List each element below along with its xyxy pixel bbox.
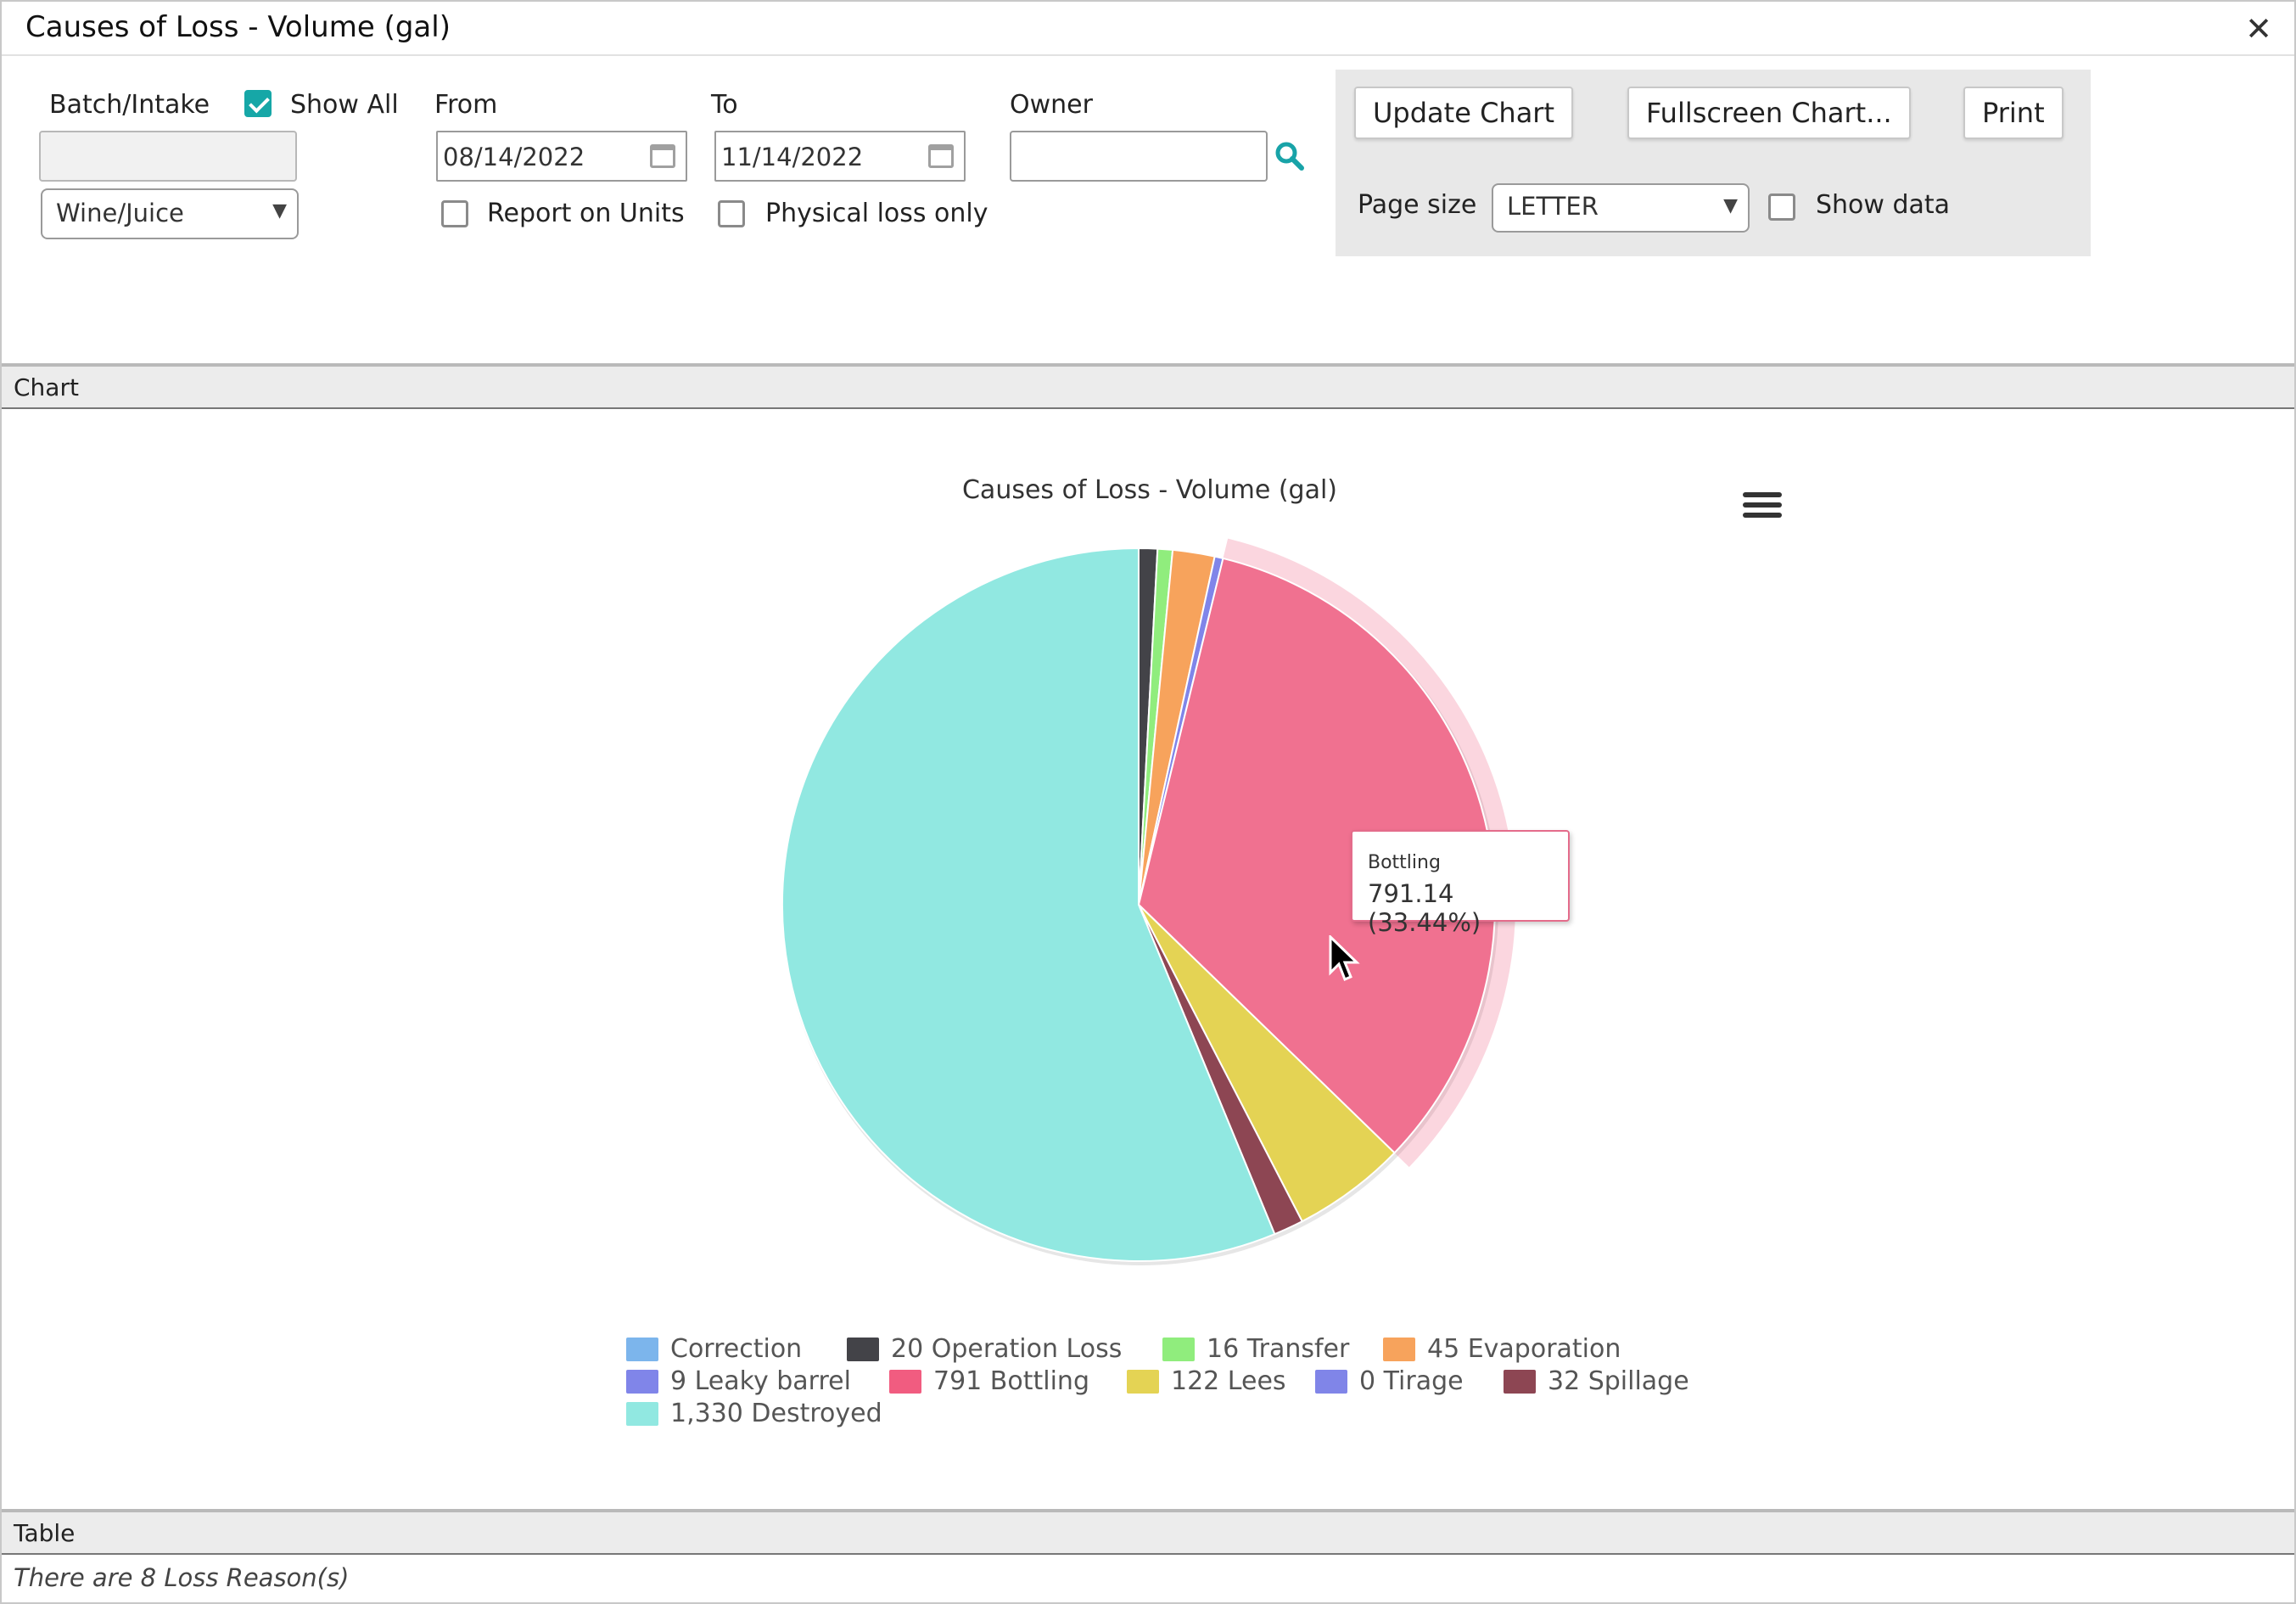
chart-section-header: Chart bbox=[2, 363, 2294, 409]
batch-intake-label: Batch/Intake bbox=[49, 90, 210, 120]
legend-swatch bbox=[889, 1370, 921, 1394]
physical-loss-only-checkbox[interactable] bbox=[718, 200, 745, 227]
legend-label: 45 Evaporation bbox=[1427, 1334, 1621, 1364]
pie-slice-destroyed[interactable] bbox=[781, 547, 1276, 1262]
search-icon[interactable] bbox=[1274, 141, 1305, 171]
to-date-value: 11/14/2022 bbox=[721, 143, 864, 171]
fullscreen-chart-button[interactable]: Fullscreen Chart... bbox=[1627, 87, 1911, 139]
pie-slice-operation-loss[interactable] bbox=[1138, 547, 1159, 906]
legend-label: 16 Transfer bbox=[1207, 1334, 1350, 1364]
legend-label: 0 Tirage bbox=[1359, 1366, 1464, 1396]
mouse-cursor-icon bbox=[1329, 935, 1360, 981]
show-data-checkbox[interactable] bbox=[1768, 193, 1795, 221]
chart-menu-icon[interactable] bbox=[1743, 492, 1782, 521]
legend-label: 791 Bottling bbox=[933, 1366, 1089, 1396]
chart-actions-panel: Update Chart Fullscreen Chart... Print P… bbox=[1336, 70, 2091, 256]
tooltip-series-name: Bottling bbox=[1368, 852, 1441, 873]
type-select-value: Wine/Juice bbox=[56, 199, 184, 227]
dropdown-arrow-icon: ▼ bbox=[1723, 195, 1738, 216]
legend-swatch bbox=[1162, 1338, 1195, 1361]
to-label: To bbox=[711, 90, 738, 120]
report-on-units-checkbox[interactable] bbox=[441, 200, 468, 227]
pie-slice-spillage[interactable] bbox=[1138, 904, 1304, 1236]
legend-label: 20 Operation Loss bbox=[891, 1334, 1123, 1364]
from-label: From bbox=[434, 90, 498, 120]
close-icon[interactable]: ✕ bbox=[2242, 12, 2276, 46]
owner-input[interactable] bbox=[1010, 131, 1268, 182]
chart-title: Causes of Loss - Volume (gal) bbox=[961, 475, 1338, 505]
table-section-header: Table bbox=[2, 1509, 2294, 1555]
type-select[interactable]: Wine/Juice ▼ bbox=[41, 188, 299, 239]
physical-loss-only-label: Physical loss only bbox=[765, 199, 988, 228]
dropdown-arrow-icon: ▼ bbox=[272, 200, 287, 222]
legend-swatch bbox=[1383, 1338, 1415, 1361]
legend-swatch bbox=[847, 1338, 879, 1361]
legend-swatch bbox=[626, 1402, 658, 1426]
from-date-value: 08/14/2022 bbox=[443, 143, 585, 171]
to-date-input[interactable]: 11/14/2022 bbox=[714, 131, 966, 182]
print-button[interactable]: Print bbox=[1963, 87, 2064, 139]
window-titlebar: Causes of Loss - Volume (gal) ✕ bbox=[2, 2, 2294, 56]
tooltip-value: 791.14 (33.44%) bbox=[1368, 879, 1481, 937]
show-all-checkbox[interactable] bbox=[244, 90, 272, 117]
table-section-title: Table bbox=[14, 1519, 76, 1547]
pie-slice-leaky-barrel[interactable] bbox=[1138, 555, 1224, 906]
page-size-label: Page size bbox=[1358, 190, 1477, 220]
legend-swatch bbox=[1504, 1370, 1536, 1394]
legend-swatch bbox=[1315, 1370, 1347, 1394]
pie-slice-evaporation[interactable] bbox=[1138, 548, 1216, 906]
legend-swatch bbox=[626, 1370, 658, 1394]
chart-section-title: Chart bbox=[14, 373, 79, 401]
page-size-value: LETTER bbox=[1507, 192, 1599, 221]
show-data-label: Show data bbox=[1816, 190, 1951, 220]
window-title: Causes of Loss - Volume (gal) bbox=[25, 10, 451, 44]
legend-swatch bbox=[626, 1338, 658, 1361]
chart-tooltip: Bottling 791.14 (33.44%) bbox=[1351, 830, 1570, 937]
legend-swatch bbox=[1127, 1370, 1159, 1394]
legend-label: 1,330 Destroyed bbox=[670, 1399, 882, 1428]
report-on-units-label: Report on Units bbox=[487, 199, 685, 228]
legend-label: Correction bbox=[670, 1334, 803, 1364]
causes-of-loss-window: Causes of Loss - Volume (gal) ✕ Batch/In… bbox=[0, 0, 2296, 1604]
calendar-icon[interactable] bbox=[928, 144, 954, 168]
legend-label: 32 Spillage bbox=[1548, 1366, 1689, 1396]
batch-intake-input[interactable] bbox=[39, 131, 297, 182]
legend-label: 9 Leaky barrel bbox=[670, 1366, 851, 1396]
page-size-select[interactable]: LETTER ▼ bbox=[1492, 183, 1750, 233]
from-date-input[interactable]: 08/14/2022 bbox=[436, 131, 687, 182]
calendar-icon[interactable] bbox=[650, 144, 675, 168]
update-chart-button[interactable]: Update Chart bbox=[1354, 87, 1573, 139]
owner-label: Owner bbox=[1010, 90, 1093, 120]
show-all-label: Show All bbox=[290, 90, 399, 120]
pie-slice-transfer[interactable] bbox=[1138, 547, 1174, 906]
legend-label: 122 Lees bbox=[1171, 1366, 1286, 1396]
table-row-count: There are 8 Loss Reason(s) bbox=[14, 1563, 350, 1592]
